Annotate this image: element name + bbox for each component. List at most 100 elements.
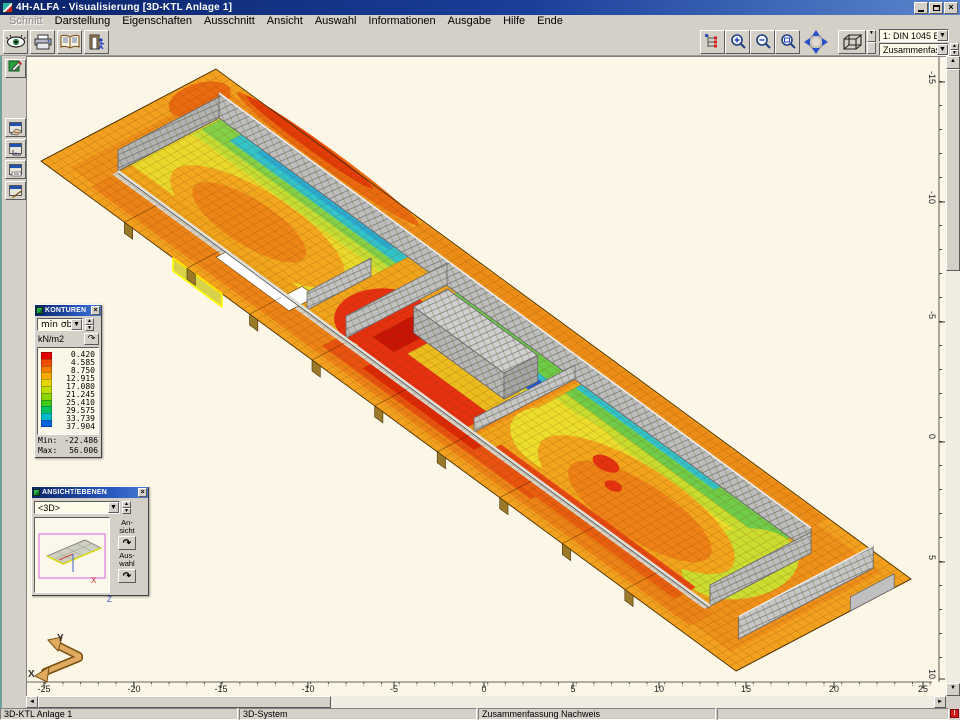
legend-swatch [41,420,52,427]
draw-window-button[interactable] [5,181,26,200]
close-icon[interactable]: × [138,488,147,497]
quantity-spinner[interactable]: ▲▼ [85,318,94,331]
zoom-in-button[interactable] [725,30,750,54]
minimize-button[interactable] [914,2,928,14]
ansicht-titlebar[interactable]: ANSICHT/EBENEN × [32,487,148,498]
konturen-palette[interactable]: KONTUREN × min σb2 ▼ ▲▼ kN/m2 ↷ [34,304,102,458]
chevron-down-icon[interactable]: ▼ [937,30,948,41]
legend-swatch [41,352,52,359]
menu-item-eigenschaften[interactable]: Eigenschaften [116,15,198,28]
menu-item-ausschnitt[interactable]: Ausschnitt [198,15,261,28]
close-icon[interactable]: × [91,306,100,315]
chevron-down-icon[interactable]: ▼ [71,319,82,330]
ruler-label: -10 [927,191,937,204]
toolbar: ▼ 1: DIN 1045 Bemessung ▼ Zusammenfassun… [0,28,960,56]
ruler-label: -15 [214,684,227,694]
label-window-icon [9,164,22,175]
pan-right-icon [822,38,828,46]
legend-swatch [41,359,52,366]
view-spinner[interactable]: ▲▼ [122,501,131,514]
view-combo[interactable]: <3D> ▼ [34,501,120,514]
menu-item-schnitt: Schnitt [3,15,49,28]
menu-item-informationen[interactable]: Informationen [362,15,441,28]
result-combo-value: Zusammenfassung [880,45,937,55]
book-icon [60,34,80,50]
legend-swatch [41,379,52,386]
legend-swatch [41,386,52,393]
scroll-right-icon[interactable]: ► [934,696,946,708]
spin-down-icon: ▼ [122,508,131,515]
vertical-scroll-thumb[interactable] [946,69,960,271]
status-extra [717,708,949,720]
zoom-out-button[interactable] [750,30,775,54]
print-button[interactable] [30,30,55,54]
manual-button[interactable] [57,30,82,54]
horizontal-scroll-thumb[interactable] [38,696,331,708]
alert-icon: ! [950,709,959,718]
pan-up-icon [812,30,820,36]
view-cube-button[interactable] [838,30,866,54]
dimension-window-button[interactable] [5,139,26,158]
fem-3d-scene[interactable] [27,57,947,697]
apply-arrow-icon: ↷ [88,333,96,343]
ruler-label: 0 [927,434,937,439]
legend-swatch [41,366,52,373]
status-system: 3D-System [239,708,477,720]
legend-swatch [41,413,52,420]
konturen-title: KONTUREN [45,307,91,314]
menu-item-auswahl[interactable]: Auswahl [309,15,363,28]
zoom-out-icon [754,33,772,51]
ruler-label: 0 [481,684,486,694]
view-combo-value: <3D> [35,503,108,513]
status-result: Zusammenfassung Nachweis [478,708,716,720]
legend-min-row: Min:-22.486 [38,436,98,445]
ansicht-apply-button[interactable]: ↷ [118,536,136,550]
menu-item-ansicht[interactable]: Ansicht [261,15,309,28]
axes-window-icon [9,143,22,154]
scroll-up-icon[interactable]: ▲ [946,56,960,69]
apply-contours-button[interactable]: ↷ [84,333,99,345]
menu-item-darstellung[interactable]: Darstellung [49,15,117,28]
chevron-down-icon[interactable]: ▼ [108,502,119,513]
legend-swatch [41,393,52,400]
view-cube-spinner[interactable]: ▼ [867,30,876,54]
palette-icon [36,307,43,314]
scroll-left-icon[interactable]: ◄ [26,696,38,708]
menu-item-ausgabe[interactable]: Ausgabe [442,15,497,28]
legend-swatch [41,406,52,413]
zoom-window-button[interactable] [775,30,800,54]
ruler-label: -10 [301,684,314,694]
label-window-button[interactable] [5,160,26,179]
result-combo[interactable]: Zusammenfassung ▼ [879,43,949,56]
legend-values: 0.420 4.585 8.750 12.915 17.080 21.245 2… [52,350,97,432]
ansicht-palette[interactable]: ANSICHT/EBENEN × <3D> ▼ ▲▼ [31,486,149,596]
model-viewport[interactable]: -25 -20 -15 -10 -5 0 5 10 15 20 25 -15 -… [26,56,946,696]
contour-legend: 0.420 4.585 8.750 12.915 17.080 21.245 2… [37,347,99,435]
result-spinner[interactable]: ▲▼ [950,43,959,56]
maximize-button[interactable] [929,2,943,14]
element-info-window-button[interactable] [5,118,26,137]
view-button[interactable] [3,30,28,54]
pan-control[interactable] [799,30,833,54]
tree-list-icon [704,33,722,51]
edit-button[interactable] [5,59,26,78]
legend-swatches [41,352,52,432]
cube-icon [841,33,863,51]
close-button[interactable]: × [944,2,958,14]
ruler-label: -5 [927,311,937,319]
auswahl-apply-button[interactable]: ↷ [118,569,136,583]
quantity-combo[interactable]: min σb2 ▼ [37,318,83,331]
preview-axis-x-label: X [91,576,96,585]
axis-y-label: Y [57,633,64,644]
chevron-down-icon[interactable]: ▼ [937,44,948,55]
horizontal-scrollbar[interactable]: ◄ ► [26,696,946,708]
design-combo[interactable]: 1: DIN 1045 Bemessung ▼ [879,29,949,42]
menu-item-hilfe[interactable]: Hilfe [497,15,531,28]
konturen-titlebar[interactable]: KONTUREN × [35,305,101,316]
structure-tree-button[interactable] [700,30,725,54]
view-preview[interactable] [34,517,110,593]
vertical-scrollbar[interactable]: ▲ ▼ [946,56,960,696]
menu-item-ende[interactable]: Ende [531,15,569,28]
scroll-down-icon[interactable]: ▼ [946,683,960,696]
exit-button[interactable] [84,30,109,54]
